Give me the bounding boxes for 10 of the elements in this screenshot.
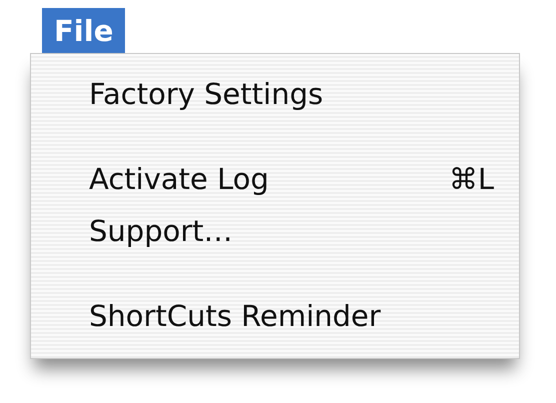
- menu-item-label: Factory Settings: [89, 77, 324, 111]
- menu-item-label: Activate Log: [89, 162, 269, 196]
- menu-item-label: ShortCuts Reminder: [89, 299, 381, 333]
- menu-item[interactable]: Activate Log ⌘L: [31, 153, 519, 205]
- menu-item[interactable]: ShortCuts Reminder: [31, 290, 519, 342]
- menu-item[interactable]: Factory Settings: [31, 68, 519, 120]
- menu-item-label: Support…: [89, 214, 233, 248]
- shortcut-label: ⌘L: [448, 162, 494, 196]
- menu-item[interactable]: Support…: [31, 205, 519, 257]
- menu-title[interactable]: File: [42, 8, 126, 53]
